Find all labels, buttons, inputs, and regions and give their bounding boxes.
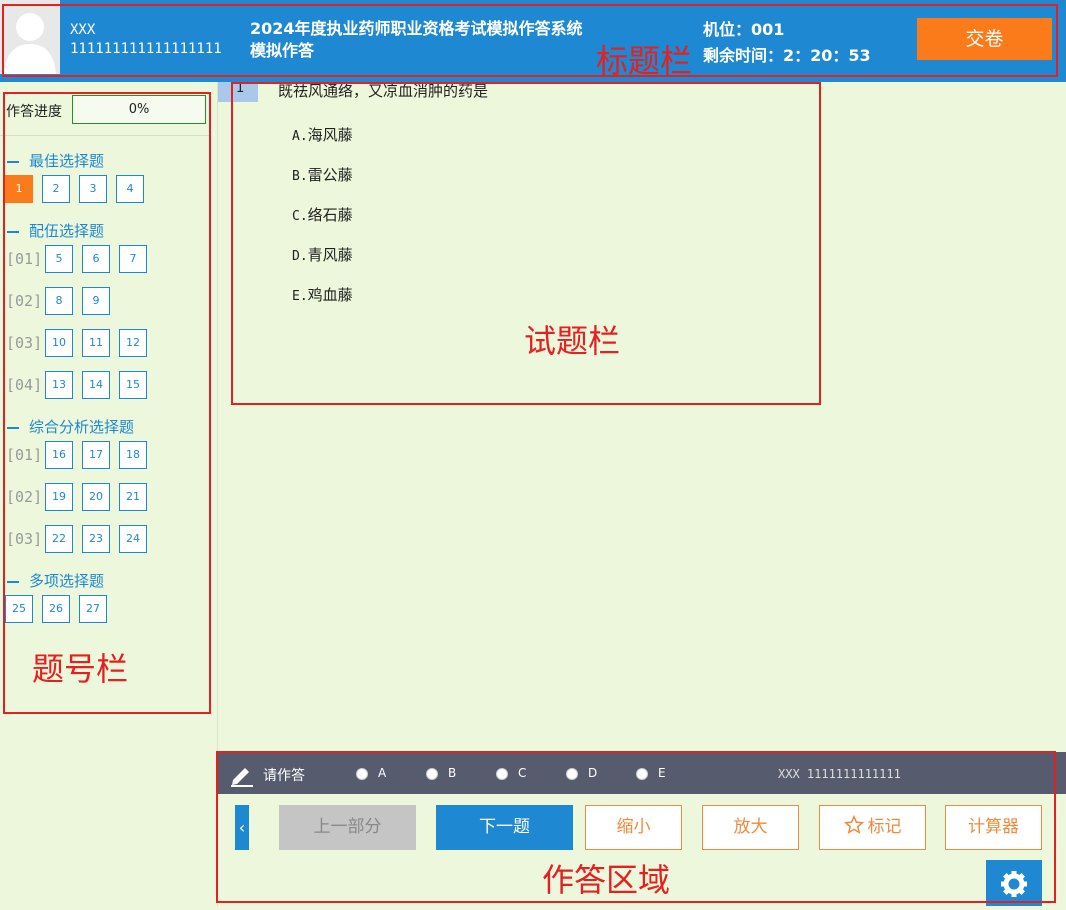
annotation-question-bar: 试题栏	[524, 322, 621, 360]
group-label: [02]	[6, 292, 43, 310]
calculator-button[interactable]: 计算器	[945, 805, 1042, 850]
settings-button[interactable]	[986, 860, 1042, 906]
question-button[interactable]: 13	[45, 371, 73, 399]
question-button[interactable]: 8	[45, 287, 73, 315]
question-button[interactable]: 24	[119, 525, 147, 553]
question-button[interactable]: 26	[42, 595, 70, 623]
question-button[interactable]: 21	[119, 483, 147, 511]
zoom-in-button[interactable]: 放大	[702, 805, 799, 850]
question-button[interactable]: 17	[82, 441, 110, 469]
section-title[interactable]: 综合分析选择题	[0, 416, 134, 437]
question-button[interactable]: 11	[82, 329, 110, 357]
group-label: [02]	[6, 488, 43, 506]
answer-radio-c[interactable]: C	[496, 766, 526, 780]
user-name: XXX	[70, 22, 96, 38]
divider	[0, 135, 210, 136]
progress-label: 作答进度	[6, 104, 62, 120]
question-button[interactable]: 16	[45, 441, 73, 469]
group-label: [01]	[6, 446, 43, 464]
avatar	[0, 0, 60, 74]
radio-icon	[356, 767, 368, 780]
user-id: 111111111111111111	[70, 41, 222, 57]
question-button[interactable]: 23	[82, 525, 110, 553]
radio-icon	[496, 767, 508, 780]
question-button[interactable]: 12	[119, 329, 147, 357]
star-icon	[843, 814, 864, 835]
mark-button[interactable]: 标记	[819, 805, 926, 850]
question-button[interactable]: 1	[5, 175, 33, 203]
option-a[interactable]: A.海风藤	[292, 124, 353, 145]
option-d[interactable]: D.青风藤	[292, 244, 353, 265]
annotation-title-bar: 标题栏	[596, 42, 693, 80]
section-title[interactable]: 配伍选择题	[0, 220, 104, 241]
group-label: [03]	[6, 334, 43, 352]
question-button[interactable]: 3	[79, 175, 107, 203]
radio-icon	[566, 767, 578, 780]
group-label: [01]	[6, 250, 43, 268]
radio-icon	[636, 767, 648, 780]
option-e[interactable]: E.鸡血藤	[292, 284, 353, 305]
radio-icon	[426, 767, 438, 780]
option-c[interactable]: C.络石藤	[292, 204, 353, 225]
progress-bar: 0%	[72, 95, 206, 124]
collapse-sidebar-button[interactable]: ‹	[235, 805, 249, 850]
question-button[interactable]: 7	[119, 245, 147, 273]
question-button[interactable]: 18	[119, 441, 147, 469]
collapse-icon	[7, 160, 19, 163]
question-button[interactable]: 2	[42, 175, 70, 203]
answer-user-info: XXX 1111111111111	[778, 767, 901, 781]
collapse-icon	[7, 426, 19, 429]
question-button[interactable]: 19	[45, 483, 73, 511]
question-number: 1	[218, 82, 258, 102]
answer-radio-e[interactable]: E	[636, 766, 666, 780]
answer-radio-a[interactable]: A	[356, 766, 386, 780]
user-silhouette-icon	[0, 0, 60, 74]
collapse-icon	[7, 230, 19, 233]
question-button[interactable]: 4	[116, 175, 144, 203]
gear-icon	[1001, 871, 1027, 897]
submit-exam-button[interactable]: 交卷	[917, 18, 1052, 60]
group-label: [04]	[6, 376, 43, 394]
collapse-icon	[7, 580, 19, 583]
group-label: [03]	[6, 530, 43, 548]
exam-title-line1: 2024年度执业药师职业资格考试模拟作答系统	[250, 19, 583, 38]
question-button[interactable]: 9	[82, 287, 110, 315]
question-button[interactable]: 20	[82, 483, 110, 511]
annotation-answer-area: 作答区域	[542, 861, 671, 899]
question-button[interactable]: 10	[45, 329, 73, 357]
please-answer-label: 请作答	[263, 768, 305, 784]
section-title[interactable]: 多项选择题	[0, 570, 104, 591]
next-question-button[interactable]: 下一题	[436, 805, 573, 850]
question-button[interactable]: 27	[79, 595, 107, 623]
remaining-time: 剩余时间：2：20：53	[703, 46, 871, 65]
option-b[interactable]: B.雷公藤	[292, 164, 353, 185]
section-title[interactable]: 最佳选择题	[0, 150, 104, 171]
answer-radio-b[interactable]: B	[426, 766, 456, 780]
seat-number: 机位：001	[703, 20, 785, 39]
pencil-icon	[229, 762, 255, 788]
question-button[interactable]: 14	[82, 371, 110, 399]
previous-part-button[interactable]: 上一部分	[279, 805, 416, 850]
annotation-number-bar: 题号栏	[32, 650, 129, 688]
question-button[interactable]: 6	[82, 245, 110, 273]
question-stem: 既祛风通络，又凉血消肿的药是	[278, 82, 489, 100]
question-button[interactable]: 22	[45, 525, 73, 553]
exam-title: 2024年度执业药师职业资格考试模拟作答系统 模拟作答	[250, 18, 630, 62]
exam-title-line2: 模拟作答	[250, 41, 315, 60]
answer-radio-d[interactable]: D	[566, 766, 597, 780]
question-button[interactable]: 15	[119, 371, 147, 399]
question-button[interactable]: 5	[45, 245, 73, 273]
zoom-out-button[interactable]: 缩小	[585, 805, 682, 850]
question-button[interactable]: 25	[5, 595, 33, 623]
